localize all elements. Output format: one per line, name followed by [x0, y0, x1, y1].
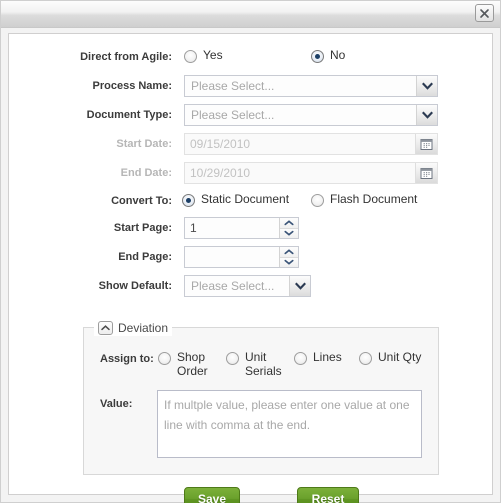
radio-circle[interactable]	[226, 352, 239, 365]
calendar-icon	[420, 138, 433, 150]
radio-label: Unit Serials	[245, 350, 282, 378]
dropdown-button[interactable]	[416, 105, 437, 125]
chevron-down-icon	[421, 82, 433, 90]
row-start-date: Start Date: 09/15/2010	[9, 133, 492, 159]
value-textarea[interactable]: If multple value, please enter one value…	[157, 390, 422, 458]
start-date-input[interactable]: 09/15/2010	[184, 133, 438, 155]
radio-assign-unit-serials[interactable]: Unit Serials	[226, 350, 297, 378]
direct-from-agile-label: Direct from Agile:	[80, 51, 172, 63]
dropdown-button[interactable]	[416, 76, 437, 96]
end-date-input[interactable]: 10/29/2010	[184, 162, 438, 184]
convert-document-dialog: Direct from Agile: Yes No Process Name:	[0, 0, 501, 503]
radio-assign-unit-qty[interactable]: Unit Qty	[359, 350, 430, 365]
reset-button[interactable]: Reset	[297, 487, 359, 503]
radio-convert-flash[interactable]: Flash Document	[311, 192, 417, 207]
process-name-value: Please Select...	[191, 79, 275, 93]
stepper-up-button[interactable]	[280, 218, 298, 229]
stepper-down-button[interactable]	[280, 257, 298, 267]
row-convert-to: Convert To: Static Document Flash Docume…	[9, 190, 492, 216]
assign-to-label: Assign to:	[100, 353, 154, 365]
radio-circle[interactable]	[294, 352, 307, 365]
row-show-default: Show Default: Please Select...	[9, 275, 492, 301]
chevron-up-icon	[284, 219, 294, 225]
save-button[interactable]: Save	[184, 487, 240, 503]
convert-to-label: Convert To:	[111, 195, 172, 207]
start-date-label: Start Date:	[116, 138, 172, 150]
end-page-input[interactable]	[184, 246, 299, 268]
radio-circle[interactable]	[182, 194, 195, 207]
radio-direct-agile-no[interactable]: No	[311, 48, 345, 63]
deviation-collapse-toggle[interactable]	[98, 320, 113, 335]
close-button[interactable]	[475, 4, 494, 22]
radio-label: Shop Order	[177, 350, 208, 378]
start-date-picker-button[interactable]	[415, 134, 437, 154]
end-date-label: End Date:	[120, 167, 172, 179]
chevron-down-icon	[284, 260, 294, 266]
show-default-select[interactable]: Please Select...	[184, 275, 311, 297]
row-document-type: Document Type: Please Select...	[9, 104, 492, 130]
deviation-title: Deviation	[118, 320, 169, 335]
show-default-value: Please Select...	[191, 279, 275, 293]
row-direct-from-agile: Direct from Agile: Yes No	[9, 46, 492, 72]
process-name-select[interactable]: Please Select...	[184, 75, 438, 97]
radio-convert-static[interactable]: Static Document	[182, 192, 289, 207]
row-process-name: Process Name: Please Select...	[9, 75, 492, 101]
radio-assign-lines[interactable]: Lines	[294, 350, 365, 365]
start-page-input[interactable]: 1	[184, 217, 299, 239]
document-type-select[interactable]: Please Select...	[184, 104, 438, 126]
show-default-label: Show Default:	[98, 280, 172, 292]
deviation-panel: Deviation Assign to: Shop Order Unit Ser…	[83, 319, 439, 475]
chevron-up-icon	[101, 324, 110, 330]
chevron-up-icon	[284, 248, 294, 254]
start-page-label: Start Page:	[113, 222, 172, 234]
dialog-titlebar	[1, 1, 500, 28]
radio-assign-shop-order[interactable]: Shop Order	[158, 350, 229, 378]
radio-direct-agile-yes[interactable]: Yes	[184, 48, 223, 63]
radio-label: Lines	[313, 350, 342, 364]
start-page-stepper[interactable]	[279, 218, 298, 238]
row-end-date: End Date: 10/29/2010	[9, 162, 492, 188]
row-start-page: Start Page: 1	[9, 217, 492, 243]
deviation-legend: Deviation	[94, 319, 173, 336]
value-label: Value:	[100, 398, 133, 410]
calendar-icon	[420, 167, 433, 179]
end-page-stepper[interactable]	[279, 247, 298, 267]
document-type-value: Please Select...	[191, 108, 275, 122]
dialog-body: Direct from Agile: Yes No Process Name:	[8, 33, 493, 503]
radio-label: No	[330, 48, 346, 62]
end-date-value: 10/29/2010	[190, 166, 251, 180]
radio-circle[interactable]	[184, 50, 197, 63]
end-date-picker-button[interactable]	[415, 163, 437, 183]
close-icon	[480, 8, 489, 18]
process-name-label: Process Name:	[92, 80, 173, 92]
stepper-down-button[interactable]	[280, 228, 298, 238]
radio-label: Unit Qty	[378, 350, 422, 364]
start-date-value: 09/15/2010	[190, 137, 251, 151]
radio-label: Flash Document	[330, 192, 418, 206]
end-page-label: End Page:	[118, 251, 172, 263]
radio-label: Yes	[203, 48, 223, 62]
chevron-down-icon	[421, 111, 433, 119]
radio-label: Static Document	[201, 192, 290, 206]
chevron-down-icon	[284, 231, 294, 237]
radio-circle[interactable]	[311, 50, 324, 63]
document-type-label: Document Type:	[86, 109, 172, 121]
dropdown-button[interactable]	[289, 276, 310, 296]
chevron-down-icon	[294, 282, 306, 290]
start-page-value: 1	[190, 221, 197, 235]
row-end-page: End Page:	[9, 246, 492, 272]
radio-circle[interactable]	[158, 352, 171, 365]
radio-circle[interactable]	[359, 352, 372, 365]
stepper-up-button[interactable]	[280, 247, 298, 258]
radio-circle[interactable]	[311, 194, 324, 207]
